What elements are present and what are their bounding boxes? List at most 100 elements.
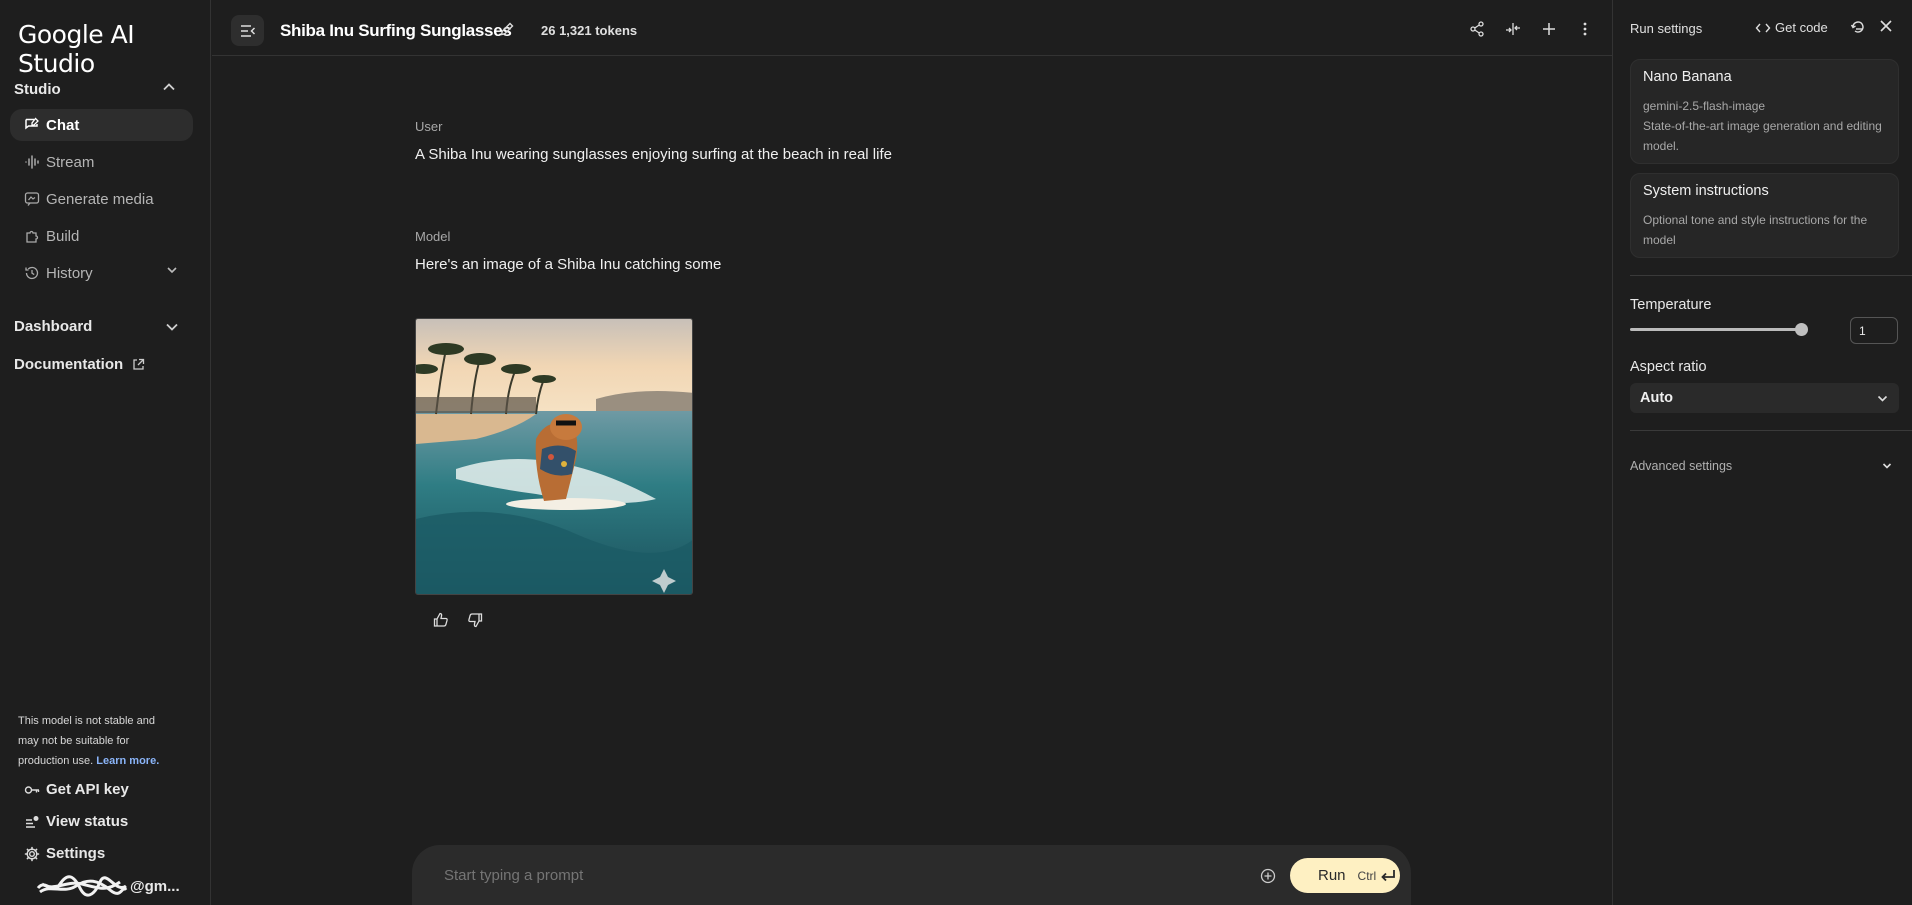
account-email: @gm... [130, 877, 180, 895]
sidebar-item-label: Generate media [46, 190, 154, 208]
more-options-button[interactable] [1575, 19, 1595, 39]
divider [1630, 275, 1912, 276]
advanced-settings-toggle[interactable]: Advanced settings [1630, 459, 1899, 473]
documentation-label: Documentation [14, 356, 124, 373]
run-button[interactable]: Run Ctrl [1290, 858, 1400, 893]
run-shortcut-label: Ctrl [1357, 868, 1377, 883]
status-icon [26, 815, 39, 828]
chevron-down-icon [1877, 395, 1888, 402]
thumbs-down-button[interactable] [464, 609, 486, 631]
run-settings-panel: Run settings Get code Nano Banana gemini… [1612, 0, 1912, 905]
prompt-bar: Run Ctrl [412, 845, 1411, 905]
get-code-button[interactable]: Get code [1755, 20, 1828, 35]
sidebar-item-label: Chat [46, 116, 80, 134]
reset-settings-button[interactable] [1850, 19, 1866, 40]
model-message: Here's an image of a Shiba Inu catching … [415, 256, 722, 273]
close-icon [1880, 20, 1892, 32]
dashboard-section-header[interactable]: Dashboard [14, 318, 92, 335]
advanced-settings-label: Advanced settings [1630, 459, 1733, 473]
model-name: Nano Banana [1643, 69, 1732, 85]
temperature-slider-thumb[interactable] [1795, 323, 1808, 336]
aspect-ratio-value: Auto [1640, 390, 1674, 406]
temperature-slider-track[interactable] [1630, 328, 1799, 331]
thumbs-down-icon [468, 613, 483, 628]
temperature-label: Temperature [1630, 297, 1712, 313]
settings-button[interactable]: Settings [24, 845, 105, 862]
reset-icon [1850, 21, 1864, 33]
pencil-icon [500, 22, 514, 36]
get-api-key-button[interactable]: Get API key [24, 781, 129, 798]
settings-label: Settings [46, 845, 106, 862]
close-panel-button[interactable] [1879, 19, 1893, 38]
model-selector-card[interactable]: Nano Banana gemini-2.5-flash-image State… [1630, 59, 1899, 164]
chevron-down-icon[interactable] [165, 263, 179, 277]
studio-section-header[interactable]: Studio [14, 81, 61, 98]
left-sidebar: Google AI Studio Studio Chat Stream Gene… [0, 0, 211, 905]
model-role-label: Model [415, 229, 451, 244]
get-code-label: Get code [1775, 20, 1828, 35]
app-logo[interactable]: Google AI Studio [18, 20, 210, 78]
sidebar-item-stream[interactable]: Stream [10, 146, 193, 178]
user-role-label: User [415, 119, 443, 134]
studio-label: Studio [14, 81, 61, 98]
chat-edit-icon [25, 117, 39, 130]
chevron-up-icon[interactable] [162, 80, 182, 100]
redacted-email-scribble [36, 875, 128, 897]
run-settings-title: Run settings [1630, 21, 1703, 36]
view-status-label: View status [46, 813, 129, 830]
top-header: Shiba Inu Surfing Sunglasses 26 1,321 to… [212, 0, 1612, 56]
prompt-title: Shiba Inu Surfing Sunglasses [280, 21, 512, 40]
external-link-icon [133, 358, 145, 370]
chevron-down-icon[interactable] [162, 317, 182, 337]
divider [1630, 430, 1912, 431]
aspect-ratio-select[interactable]: Auto [1630, 383, 1899, 413]
code-icon [1755, 23, 1771, 32]
run-label: Run [1318, 867, 1346, 884]
prompt-input[interactable] [444, 867, 1224, 884]
enter-key-icon [1381, 869, 1396, 881]
plus-icon [1543, 23, 1555, 35]
sidebar-item-history[interactable]: History [10, 257, 193, 289]
temperature-input[interactable] [1850, 317, 1898, 344]
key-icon [24, 785, 40, 794]
model-description: State-of-the-art image generation and ed… [1643, 119, 1882, 153]
toggle-sidebar-button[interactable] [231, 15, 264, 46]
compare-icon [1506, 23, 1520, 35]
api-key-label: Get API key [46, 781, 129, 798]
more-vert-icon [1583, 22, 1587, 36]
sidebar-item-label: History [46, 264, 93, 282]
add-media-button[interactable] [1260, 868, 1276, 889]
sidebar-item-build[interactable]: Build [10, 220, 193, 252]
history-icon [25, 266, 39, 280]
documentation-link[interactable]: Documentation [14, 356, 145, 373]
add-circle-icon [1260, 868, 1276, 884]
system-instructions-card[interactable]: System instructions Optional tone and st… [1630, 173, 1899, 258]
edit-title-button[interactable] [499, 21, 515, 42]
account-button[interactable]: @gm... [36, 874, 186, 898]
media-icon [24, 192, 40, 206]
sidebar-item-generate-media[interactable]: Generate media [10, 183, 193, 215]
sidebar-item-label: Build [46, 227, 80, 245]
sidebar-item-label: Stream [46, 153, 95, 171]
model-stability-notice: This model is not stable and may not be … [18, 711, 178, 771]
new-chat-button[interactable] [1539, 19, 1559, 39]
thumbs-up-icon [433, 612, 448, 627]
collapse-sidebar-icon [240, 24, 255, 37]
token-count: 26 1,321 tokens [541, 23, 638, 38]
compare-button[interactable] [1503, 19, 1523, 39]
sidebar-item-chat[interactable]: Chat [10, 109, 193, 141]
view-status-button[interactable]: View status [24, 813, 128, 830]
dashboard-label: Dashboard [14, 318, 93, 335]
share-icon [1470, 21, 1484, 37]
share-button[interactable] [1467, 19, 1487, 39]
puzzle-icon [26, 230, 39, 243]
waveform-icon [25, 155, 39, 169]
learn-more-link[interactable]: Learn more. [96, 755, 159, 767]
chevron-down-icon [1882, 463, 1892, 469]
system-instructions-placeholder: Optional tone and style instructions for… [1643, 213, 1868, 247]
model-id: gemini-2.5-flash-image [1643, 99, 1766, 113]
thumbs-up-button[interactable] [430, 609, 452, 631]
system-instructions-title: System instructions [1643, 183, 1769, 199]
gear-icon [24, 846, 40, 861]
generated-image[interactable] [415, 318, 693, 595]
